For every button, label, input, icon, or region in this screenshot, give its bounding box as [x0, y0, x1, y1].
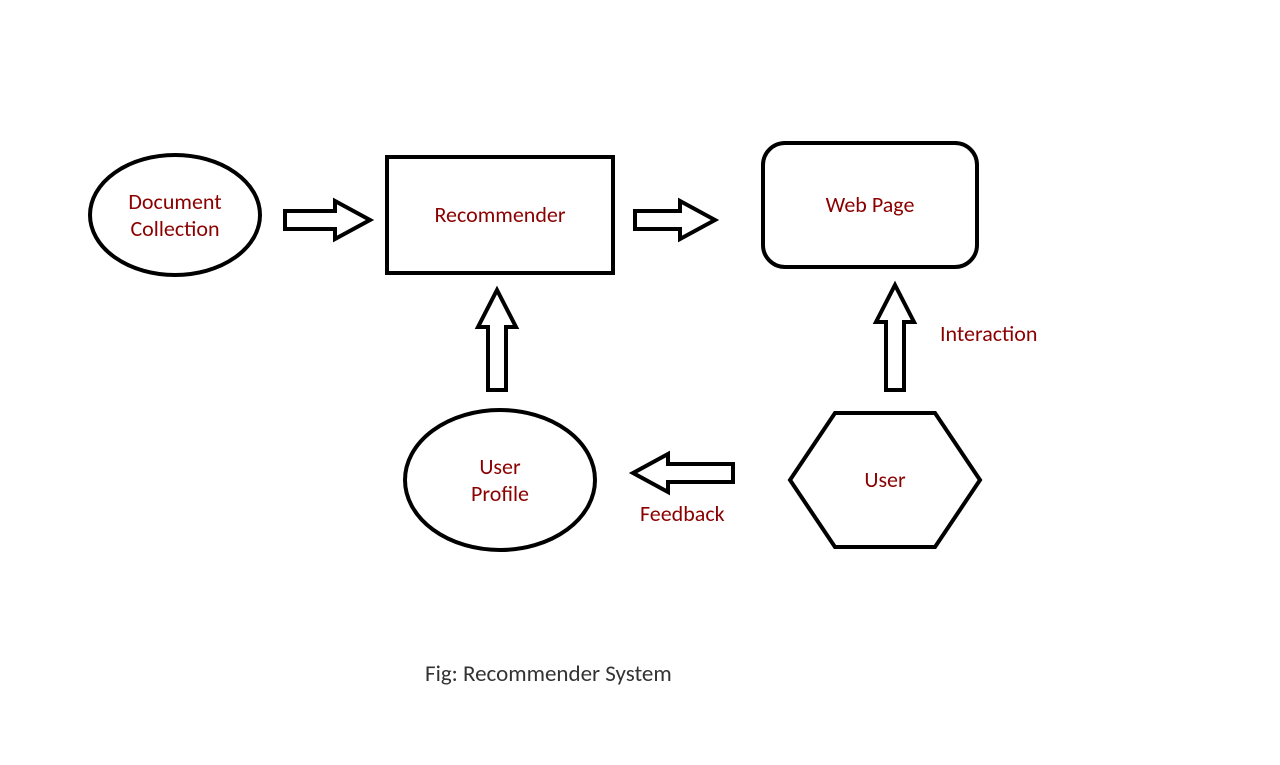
arrow-user-to-userprofile — [625, 448, 740, 498]
label-user-profile: User Profile — [400, 405, 600, 555]
diagram-canvas: Document Collection Recommender Web Page… — [0, 0, 1280, 765]
arrow-user-to-webpage — [870, 280, 920, 400]
document-collection-line1: Document — [128, 188, 221, 216]
arrow-recommender-to-webpage — [630, 195, 725, 245]
label-feedback: Feedback — [640, 500, 725, 527]
user-profile-line1: User — [471, 453, 529, 481]
label-interaction: Interaction — [940, 320, 1037, 347]
label-recommender: Recommender — [385, 155, 615, 275]
document-collection-line2: Collection — [128, 215, 221, 243]
label-user: User — [785, 405, 985, 555]
label-document-collection: Document Collection — [85, 150, 265, 280]
arrow-userprofile-to-recommender — [472, 285, 522, 400]
user-profile-line2: Profile — [471, 480, 529, 508]
arrow-doc-to-recommender — [280, 195, 380, 245]
label-web-page: Web Page — [760, 140, 980, 270]
figure-caption: Fig: Recommender System — [425, 660, 672, 688]
